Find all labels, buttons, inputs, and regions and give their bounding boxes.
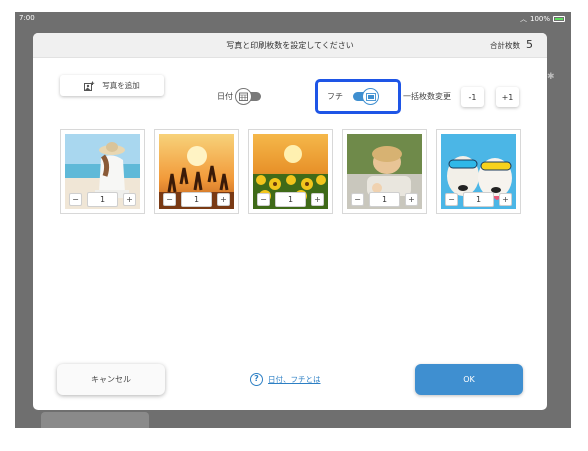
count-value[interactable]: 1 [87, 192, 118, 207]
photo-card: − 1 + [248, 129, 333, 214]
add-photo-icon [84, 81, 95, 91]
border-toggle-label: フチ [327, 92, 343, 101]
count-value[interactable]: 1 [181, 192, 212, 207]
photo-card: − 1 + [154, 129, 239, 214]
total-count: 合計枚数 5 [490, 38, 533, 51]
total-count-value: 5 [526, 38, 533, 51]
print-settings-modal: 写真と印刷枚数を設定してください 合計枚数 5 写真を追加 日付 フチ 一括枚数… [33, 33, 547, 410]
decrement-button[interactable]: − [163, 193, 176, 206]
date-toggle-knob [235, 88, 252, 105]
border-toggle[interactable] [349, 88, 379, 105]
decrement-button[interactable]: − [257, 193, 270, 206]
increment-button[interactable]: + [311, 193, 324, 206]
background-icon: ✱ [547, 72, 555, 82]
battery-percent: 100% [529, 15, 550, 23]
background-card [41, 412, 149, 428]
help-link-label: 日付、フチとは [268, 375, 321, 384]
border-toggle-knob [362, 88, 379, 105]
help-link[interactable]: ? 日付、フチとは [250, 373, 321, 386]
increment-button[interactable]: + [217, 193, 230, 206]
calendar-icon [239, 92, 248, 101]
count-value[interactable]: 1 [463, 192, 494, 207]
decrement-button[interactable]: − [351, 193, 364, 206]
modal-header: 写真と印刷枚数を設定してください 合計枚数 5 [33, 33, 547, 58]
count-value[interactable]: 1 [369, 192, 400, 207]
count-stepper: − 1 + [163, 192, 230, 207]
device-screen: 7:00 ︿ 100% ✱ 写真と印刷枚数を設定してください 合計枚数 5 写真… [15, 12, 571, 428]
count-stepper: − 1 + [69, 192, 136, 207]
bulk-change-label: 一括枚数変更 [403, 92, 451, 101]
decrement-button[interactable]: − [69, 193, 82, 206]
count-stepper: − 1 + [351, 192, 418, 207]
bulk-minus-button[interactable]: -1 [461, 87, 484, 107]
bulk-plus-button[interactable]: +1 [496, 87, 519, 107]
total-count-label: 合計枚数 [490, 41, 520, 50]
count-stepper: − 1 + [445, 192, 512, 207]
increment-button[interactable]: + [405, 193, 418, 206]
date-toggle-label: 日付 [217, 92, 233, 101]
status-time: 7:00 [19, 14, 35, 22]
wifi-icon: ︿ [519, 15, 527, 23]
photo-card: − 1 + [436, 129, 521, 214]
question-icon: ? [250, 373, 263, 386]
decrement-button[interactable]: − [445, 193, 458, 206]
count-value[interactable]: 1 [275, 192, 306, 207]
photo-card: − 1 + [60, 129, 145, 214]
add-photo-button[interactable]: 写真を追加 [60, 75, 164, 96]
photo-card: − 1 + [342, 129, 427, 214]
date-toggle[interactable] [235, 88, 265, 105]
modal-title: 写真と印刷枚数を設定してください [226, 41, 354, 50]
status-right: ︿ 100% [520, 14, 565, 24]
add-photo-label: 写真を追加 [102, 81, 140, 90]
increment-button[interactable]: + [123, 193, 136, 206]
cancel-button[interactable]: キャンセル [57, 364, 165, 395]
battery-icon [553, 16, 565, 22]
status-bar: 7:00 ︿ 100% [15, 12, 571, 24]
count-stepper: − 1 + [257, 192, 324, 207]
photo-border-icon [365, 92, 376, 101]
increment-button[interactable]: + [499, 193, 512, 206]
ok-button[interactable]: OK [415, 364, 523, 395]
